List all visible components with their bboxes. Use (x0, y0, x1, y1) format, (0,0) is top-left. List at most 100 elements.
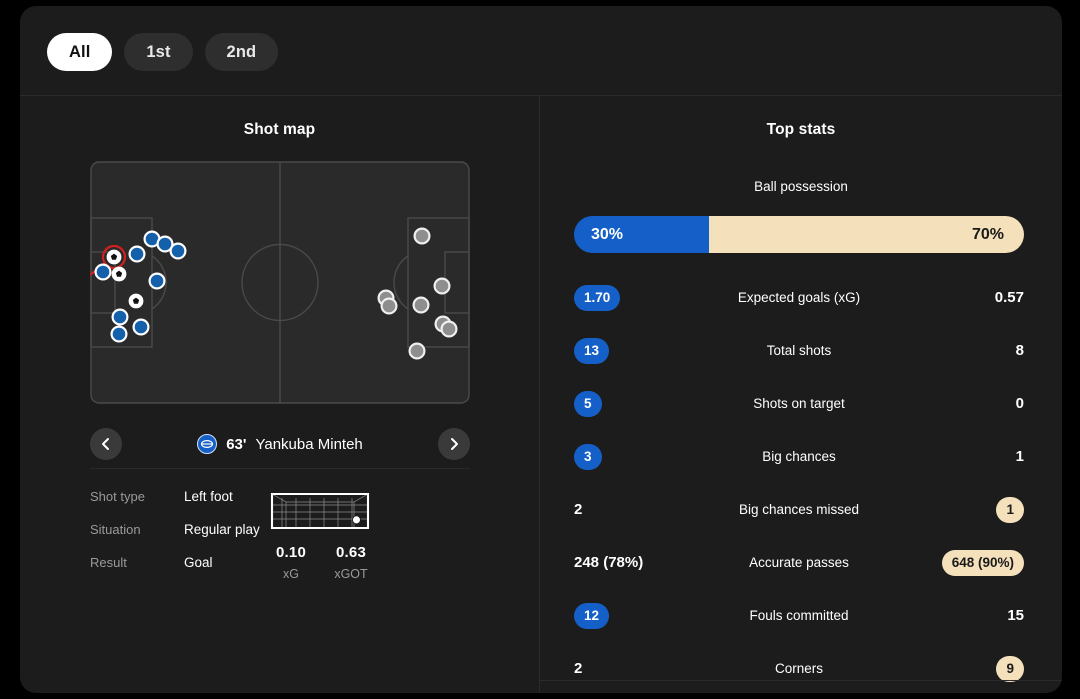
stat-row: 1.70 Expected goals (xG) 0.57 (574, 271, 1024, 324)
shot-marker[interactable] (380, 297, 398, 315)
stat-label: Total shots (766, 343, 832, 358)
shot-marker[interactable] (110, 325, 128, 343)
stat-label: Big chances (762, 449, 836, 464)
shot-detail-value: Goal (184, 555, 213, 570)
stat-home-value: 2 (574, 501, 583, 518)
period-tab-group: All 1st 2nd (47, 33, 279, 71)
xg-values: 0.10 xG 0.63 xGOT (268, 544, 374, 581)
stat-home-side: 13 (574, 337, 704, 364)
possession-label: Ball possession (754, 179, 848, 194)
shot-marker[interactable] (148, 272, 166, 290)
stat-row: 2 Big chances missed 1 (574, 483, 1024, 536)
chevron-right-icon (451, 438, 458, 450)
stat-home-value: 12 (574, 602, 610, 629)
stat-away-side: 1 (894, 496, 1024, 523)
shot-details-divider (90, 468, 470, 469)
xgot-column: 0.63 xGOT (328, 544, 374, 581)
xg-value: 0.10 (276, 544, 306, 561)
pitch-diagram[interactable] (90, 161, 470, 404)
previous-shot-button[interactable] (90, 428, 122, 460)
stat-away-side: 648 (90%) (894, 549, 1024, 576)
selected-shot-label: 63' Yankuba Minteh (197, 434, 363, 454)
shot-marker[interactable] (412, 296, 430, 314)
stat-label: Big chances missed (738, 502, 860, 517)
stat-row: 5 Shots on target 0 (574, 377, 1024, 430)
stat-label: Accurate passes (749, 555, 849, 570)
stats-rows: 1.70 Expected goals (xG) 0.57 13 Total shots… (574, 271, 1024, 693)
shot-detail-key: Situation (90, 522, 141, 537)
shot-detail-value: Left foot (184, 489, 233, 504)
stat-row: 3 Big chances 1 (574, 430, 1024, 483)
bottom-divider (540, 680, 1062, 681)
shot-minute: 63' (226, 435, 247, 453)
stat-home-side: 2 (574, 501, 704, 518)
stat-away-side: 9 (894, 655, 1024, 682)
stat-label: Corners (774, 661, 823, 676)
stat-away-side: 15 (894, 607, 1024, 624)
shot-marker[interactable] (433, 277, 451, 295)
stat-away-value: 0 (1015, 395, 1024, 412)
goal-marker[interactable] (128, 293, 144, 309)
goal-mouth-icon (270, 492, 370, 530)
stat-away-side: 1 (894, 448, 1024, 465)
stat-away-side: 8 (894, 342, 1024, 359)
stat-away-value: 15 (1007, 607, 1024, 624)
possession-away-value: 70% (709, 216, 1024, 253)
shot-marker[interactable] (440, 320, 458, 338)
shot-detail-key: Shot type (90, 489, 145, 504)
stat-away-value: 8 (1015, 342, 1024, 359)
possession-home-value: 30% (574, 216, 709, 253)
top-stats-title: Top stats (766, 121, 836, 138)
stat-home-side: 2 (574, 660, 704, 677)
period-tab-2nd[interactable]: 2nd (204, 33, 279, 71)
stat-away-side: 0 (894, 395, 1024, 412)
period-tab-all[interactable]: All (47, 33, 113, 71)
goal-marker[interactable] (106, 249, 122, 265)
stat-home-side: 248 (78%) (574, 554, 704, 571)
stat-row: 248 (78%) Accurate passes 648 (90%) (574, 536, 1024, 589)
shot-marker[interactable] (128, 245, 146, 263)
chevron-left-icon (102, 438, 109, 450)
stat-row: 12 Fouls committed 15 (574, 589, 1024, 642)
shot-detail-value: Regular play (184, 522, 260, 537)
shot-marker[interactable] (111, 308, 129, 326)
xgot-label: xGOT (334, 567, 368, 581)
shot-map-title: Shot map (243, 121, 316, 138)
stat-row: 13 Total shots 8 (574, 324, 1024, 377)
goal-mouth-panel: 0.10 xG 0.63 xGOT (260, 488, 430, 581)
stat-away-value: 1 (996, 496, 1024, 523)
match-stats-card: All 1st 2nd Shot map 63' Yankuba Minteh … (20, 6, 1062, 693)
stat-away-side: 0.57 (894, 289, 1024, 306)
xg-column: 0.10 xG (268, 544, 314, 581)
xgot-value: 0.63 (336, 544, 366, 561)
panels-container: Shot map 63' Yankuba Minteh Shot type Le… (20, 96, 1062, 693)
xg-label: xG (283, 567, 299, 581)
stat-home-value: 3 (574, 443, 602, 470)
stat-label: Expected goals (xG) (737, 290, 861, 305)
stat-away-value: 0.57 (994, 289, 1024, 306)
stat-home-value: 2 (574, 660, 583, 677)
stat-home-value: 1.70 (574, 284, 621, 311)
stat-home-side: 12 (574, 602, 704, 629)
next-shot-button[interactable] (438, 428, 470, 460)
shot-map-panel: Shot map 63' Yankuba Minteh Shot type Le… (20, 96, 540, 693)
goal-marker[interactable] (111, 266, 127, 282)
period-tab-1st[interactable]: 1st (124, 33, 193, 71)
shot-marker[interactable] (169, 242, 187, 260)
shot-navigator: 63' Yankuba Minteh (20, 421, 540, 467)
shot-player-name: Yankuba Minteh (255, 435, 363, 453)
stat-away-value: 648 (90%) (941, 549, 1024, 576)
stat-home-side: 1.70 (574, 284, 704, 311)
stat-label: Shots on target (753, 396, 845, 411)
possession-bar: 30% 70% (574, 216, 1024, 253)
stat-label: Fouls committed (749, 608, 849, 623)
stat-away-value: 9 (996, 655, 1024, 682)
shot-marker[interactable] (413, 227, 431, 245)
goal-ball-marker (352, 515, 361, 525)
stat-home-side: 5 (574, 390, 704, 417)
shot-marker[interactable] (408, 342, 426, 360)
stat-home-value: 248 (78%) (574, 554, 644, 571)
stat-home-value: 13 (574, 337, 610, 364)
shot-marker[interactable] (132, 318, 150, 336)
shot-marker[interactable] (94, 263, 112, 281)
